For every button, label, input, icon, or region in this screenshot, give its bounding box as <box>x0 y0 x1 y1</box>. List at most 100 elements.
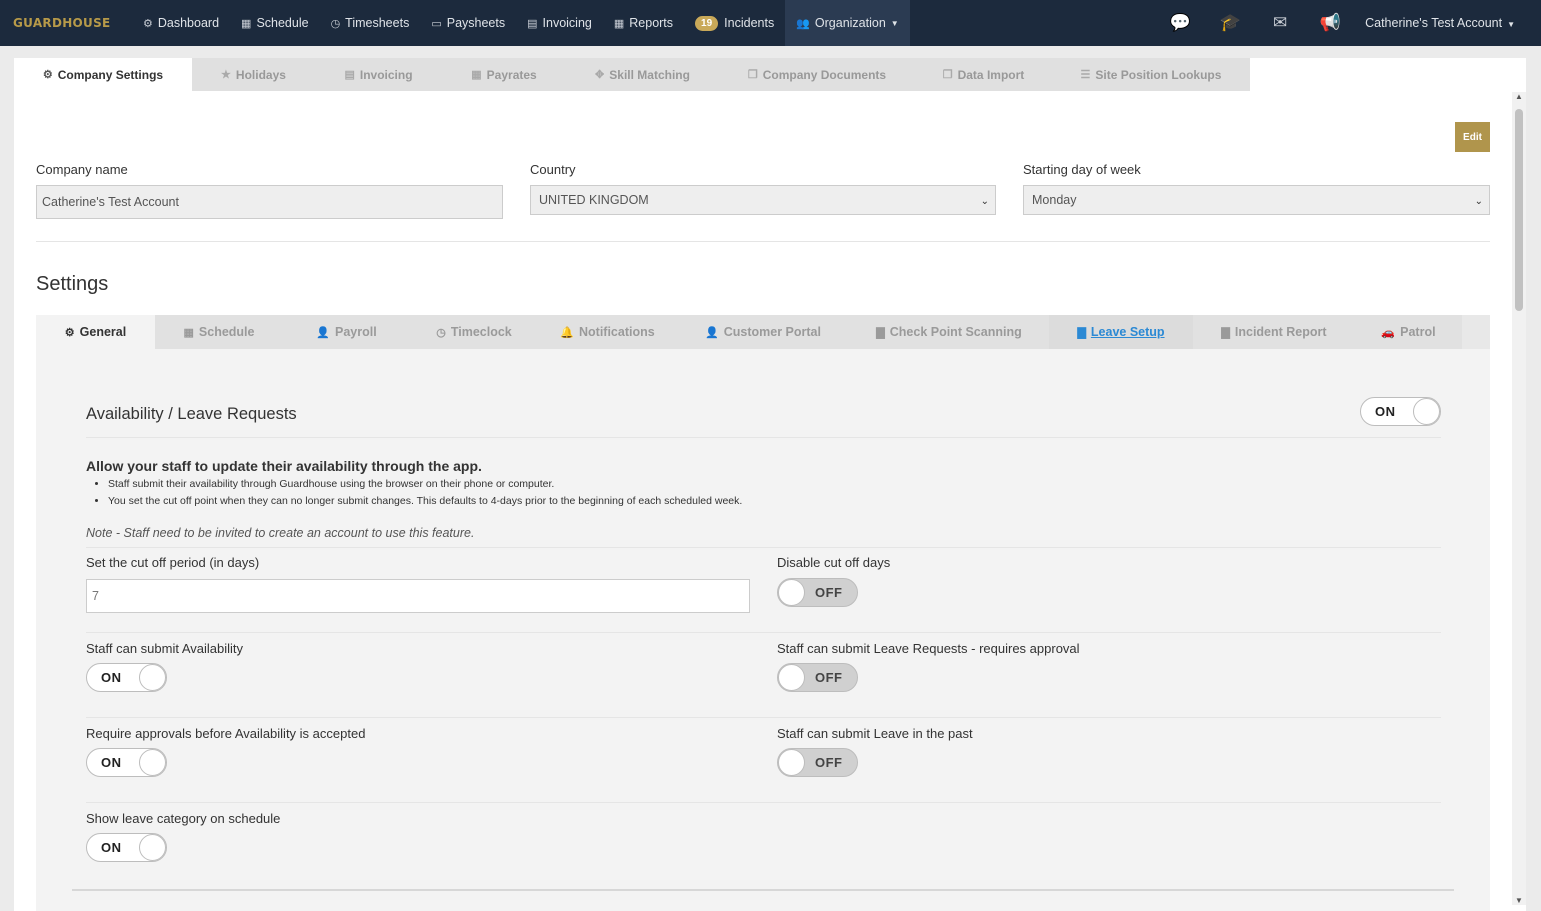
gear-icon: ⚙ <box>64 326 75 339</box>
tab-holidays[interactable]: ★ Holidays <box>192 58 315 91</box>
tab-label: Check Point Scanning <box>889 325 1022 339</box>
description-bullets: Staff submit their availability through … <box>108 478 742 512</box>
megaphone-icon[interactable]: 📢 <box>1305 13 1355 33</box>
leave-setup-panel: Availability / Leave Requests ON Allow y… <box>36 349 1490 911</box>
nav-paysheets[interactable]: ▭ Paysheets <box>420 0 516 46</box>
tab-check-point-scanning[interactable]: ▇ Check Point Scanning <box>849 315 1049 349</box>
account-menu[interactable]: Catherine's Test Account ▼ <box>1355 16 1541 30</box>
scroll-up-icon[interactable]: ▲ <box>1515 92 1523 101</box>
tab-leave-setup[interactable]: ▇ Leave Setup <box>1049 315 1193 349</box>
user-icon: 👤 <box>705 326 719 339</box>
week-start-value: Monday <box>1032 193 1077 207</box>
copy-icon: ❐ <box>942 69 953 81</box>
tab-skill-matching[interactable]: ✥ Skill Matching <box>566 58 719 91</box>
toggle-knob <box>139 749 166 776</box>
toggle-knob <box>778 579 805 606</box>
nav-incidents[interactable]: 19 Incidents <box>684 0 785 46</box>
nav-organization[interactable]: 👥 Organization ▼ <box>785 0 910 46</box>
tab-label: Payroll <box>335 325 377 339</box>
divider <box>36 241 1490 242</box>
invoice-icon: ▤ <box>527 17 538 30</box>
tab-label: Payrates <box>486 67 537 82</box>
tab-label: Site Position Lookups <box>1095 67 1222 82</box>
toggle-knob <box>139 664 166 691</box>
tab-invoicing[interactable]: ▤ Invoicing <box>315 58 442 91</box>
disable-cutoff-toggle[interactable]: OFF <box>777 578 858 607</box>
caret-down-icon: ▼ <box>1507 20 1515 29</box>
nav-invoicing[interactable]: ▤ Invoicing <box>516 0 603 46</box>
page-scrollbar[interactable]: ▲ ▼ <box>1512 92 1526 905</box>
tab-timeclock[interactable]: ◷ Timeclock <box>410 315 538 349</box>
clock-icon: ◷ <box>330 17 341 30</box>
submit-availability-label: Staff can submit Availability <box>86 641 244 656</box>
scroll-down-icon[interactable]: ▼ <box>1515 896 1523 905</box>
file-icon: ▇ <box>1221 326 1230 339</box>
tab-label: Customer Portal <box>723 325 821 339</box>
gear-icon: ⚙ <box>42 69 53 81</box>
main-panel: ⚙ Company Settings ★ Holidays ▤ Invoicing ▦… <box>14 58 1526 911</box>
toggle-knob <box>139 834 166 861</box>
toggle-state: ON <box>101 670 122 685</box>
require-approvals-label: Require approvals before Availability is… <box>86 726 366 741</box>
chat-icon[interactable]: 💬 <box>1155 13 1205 33</box>
nav-label: Incidents <box>724 16 775 30</box>
tab-site-position-lookups[interactable]: ☰ Site Position Lookups <box>1052 58 1250 91</box>
file-icon: ▇ <box>876 326 885 339</box>
show-category-toggle[interactable]: ON <box>86 833 167 862</box>
tab-label: Company Settings <box>57 67 164 82</box>
tab-company-documents[interactable]: ❐ Company Documents <box>719 58 915 91</box>
table-icon: ▦ <box>613 17 625 30</box>
nav-label: Dashboard <box>157 16 220 30</box>
nav-reports[interactable]: ▦ Reports <box>603 0 684 46</box>
leave-past-label: Staff can submit Leave in the past <box>777 726 973 741</box>
cutoff-input[interactable]: 7 <box>86 579 750 613</box>
company-name-input[interactable]: Catherine's Test Account <box>36 185 503 219</box>
nav-label: Timesheets <box>345 16 410 30</box>
tab-company-settings[interactable]: ⚙ Company Settings <box>14 58 192 91</box>
divider <box>86 547 1441 548</box>
tab-general[interactable]: ⚙ General <box>36 315 155 349</box>
tab-notifications[interactable]: 🔔 Notifications <box>538 315 677 349</box>
nav-schedule[interactable]: ▦ Schedule <box>230 0 320 46</box>
nav-timesheets[interactable]: ◷ Timesheets <box>320 0 421 46</box>
company-name-label: Company name <box>36 162 128 177</box>
file-icon: ▇ <box>1077 326 1086 339</box>
edit-button[interactable]: Edit <box>1455 122 1490 152</box>
user-icon: 👤 <box>316 326 330 339</box>
tab-data-import[interactable]: ❐ Data Import <box>915 58 1052 91</box>
envelope-icon[interactable]: ✉ <box>1255 13 1305 33</box>
tab-label: Holidays <box>235 67 286 82</box>
tab-label: Leave Setup <box>1090 325 1165 339</box>
require-approvals-toggle[interactable]: ON <box>86 748 167 777</box>
chevron-down-icon: ⌄ <box>1474 196 1483 207</box>
right-nav: 💬 🎓 ✉ 📢 Catherine's Test Account ▼ <box>1155 0 1541 46</box>
tab-label: Timeclock <box>450 325 512 339</box>
leave-past-toggle[interactable]: OFF <box>777 748 858 777</box>
country-value: UNITED KINGDOM <box>539 193 649 207</box>
dashboard-icon: ⚙ <box>143 17 153 30</box>
toggle-knob <box>778 749 805 776</box>
submit-leave-toggle[interactable]: OFF <box>777 663 858 692</box>
submit-leave-label: Staff can submit Leave Requests - requir… <box>777 641 1080 656</box>
leave-requests-toggle[interactable]: ON <box>1360 397 1441 426</box>
tab-payroll[interactable]: 👤 Payroll <box>283 315 410 349</box>
description-heading: Allow your staff to update their availab… <box>86 458 482 474</box>
tab-schedule[interactable]: ▦ Schedule <box>155 315 283 349</box>
tab-incident-report[interactable]: ▇ Incident Report <box>1193 315 1355 349</box>
submit-availability-toggle[interactable]: ON <box>86 663 167 692</box>
tab-customer-portal[interactable]: 👤 Customer Portal <box>677 315 849 349</box>
tab-payrates[interactable]: ▦ Payrates <box>442 58 566 91</box>
settings-title: Settings <box>36 273 109 295</box>
scroll-thumb[interactable] <box>1515 109 1523 311</box>
nav-dashboard[interactable]: ⚙ Dashboard <box>132 0 230 46</box>
brand-logo[interactable]: GUARDHOUSE <box>0 16 132 30</box>
week-start-select[interactable]: Monday ⌄ <box>1023 185 1490 215</box>
tab-label: Data Import <box>957 67 1025 82</box>
divider <box>86 802 1441 803</box>
cutoff-label: Set the cut off period (in days) <box>86 555 260 570</box>
show-category-label: Show leave category on schedule <box>86 811 281 826</box>
country-select[interactable]: UNITED KINGDOM ⌄ <box>530 185 996 215</box>
graduation-cap-icon[interactable]: 🎓 <box>1205 13 1255 33</box>
tab-patrol[interactable]: 🚗 Patrol <box>1355 315 1462 349</box>
toggle-knob <box>1413 398 1440 425</box>
